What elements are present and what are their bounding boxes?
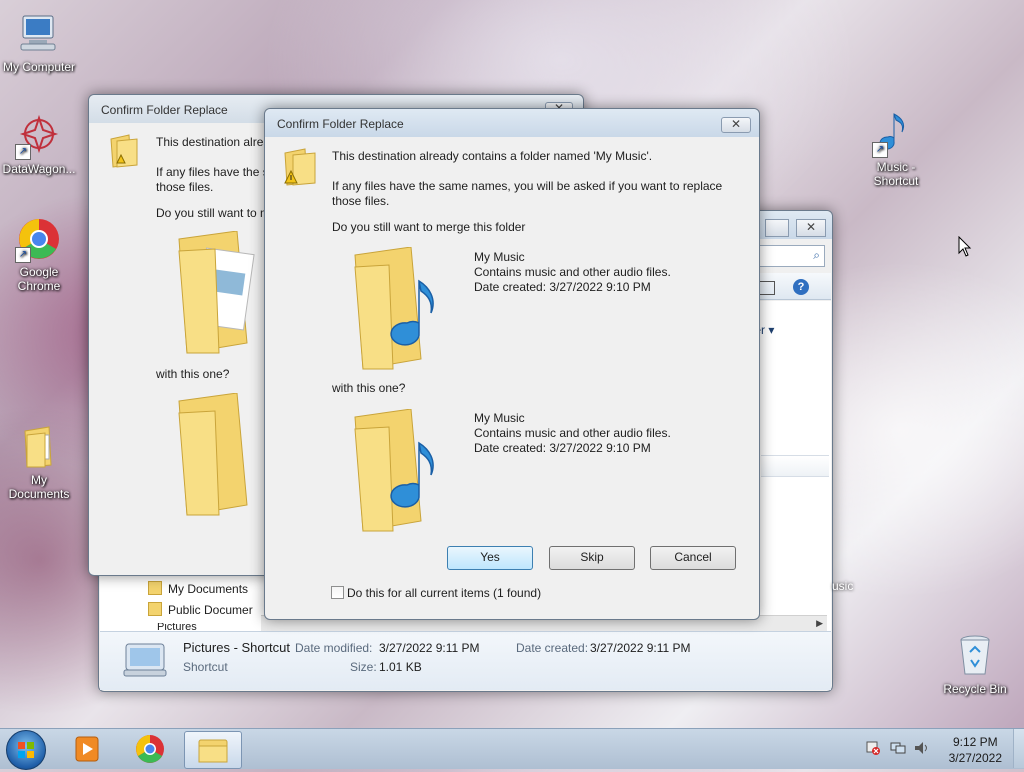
computer-icon (15, 10, 63, 58)
desktop-icon-label: Recycle Bin (943, 682, 1007, 696)
back-dialog-with-this: with this one? (156, 367, 230, 381)
navigation-pane: My Documents Public Documer Pictures (100, 573, 260, 631)
mouse-cursor-icon (958, 235, 972, 258)
skip-button[interactable]: Skip (549, 546, 635, 570)
dialog-with-this: with this one? (332, 381, 406, 395)
desktop-icon-recycle-bin[interactable]: Recycle Bin (936, 632, 1014, 696)
shortcut-arrow-icon: ↗ (872, 142, 888, 158)
tray-network-icon[interactable] (890, 741, 906, 755)
music-folder-icon (354, 246, 434, 370)
dialog-titlebar: Confirm Folder Replace (265, 109, 759, 137)
back-dialog-folder-icon (109, 133, 141, 169)
start-button[interactable] (6, 730, 46, 770)
nav-item-public-documents[interactable]: Public Documer (148, 602, 253, 617)
details-date-created-label: Date created: (516, 641, 589, 655)
media-player-icon (75, 736, 99, 762)
confirm-folder-replace-dialog: Confirm Folder Replace ✕ This destinatio… (264, 108, 760, 620)
target-folder-desc: Contains music and other audio files. (474, 426, 671, 440)
details-size-label: Size: (350, 660, 377, 674)
scroll-right-arrow-icon[interactable]: ▶ (816, 618, 823, 629)
explorer-close-button[interactable]: ✕ (796, 219, 826, 237)
desktop-icon-my-computer[interactable]: My Computer (0, 10, 78, 74)
folder-icon (148, 602, 162, 616)
desktop-icon-datawagon[interactable]: ↗ DataWagon... (0, 112, 78, 176)
shortcut-arrow-icon: ↗ (15, 144, 31, 160)
desktop-icon-my-documents[interactable]: My Documents (0, 423, 78, 501)
details-size: 1.01 KB (379, 660, 422, 674)
tray-action-center-icon[interactable] (866, 741, 880, 755)
target-folder-name: My Music (474, 411, 525, 425)
desktop-icon-label: My Documents (8, 473, 70, 501)
desktop-icon-label: Music - Shortcut (873, 160, 919, 188)
desktop-icon-label: Google Chrome (17, 265, 61, 293)
list-header (761, 455, 829, 477)
dialog-info-line1: If any files have the same names, you wi… (332, 179, 723, 193)
source-music-folder[interactable] (351, 246, 443, 373)
source-folder-date: Date created: 3/27/2022 9:10 PM (474, 280, 651, 294)
desktop-icon-music-shortcut[interactable]: ↗ Music - Shortcut (857, 110, 935, 188)
taskbar-chrome[interactable] (122, 731, 178, 767)
folder-icon (198, 739, 228, 763)
dialog-question: Do you still want to merge this folder (332, 220, 526, 234)
back-dialog-line2a: If any files have the s (156, 165, 269, 179)
taskbar-clock[interactable]: 9:12 PM 3/27/2022 (949, 734, 1002, 766)
datawagon-icon: ↗ (15, 112, 63, 160)
details-pane: Pictures - Shortcut Shortcut Date modifi… (100, 631, 831, 690)
show-desktop-button[interactable] (1013, 729, 1024, 768)
clock-time: 9:12 PM (952, 735, 998, 749)
shortcut-file-icon (122, 642, 168, 678)
taskbar-explorer[interactable] (184, 731, 242, 769)
apply-to-all-checkbox[interactable] (331, 586, 344, 599)
help-icon[interactable]: ? (793, 279, 809, 295)
tray-volume-icon[interactable] (914, 741, 930, 755)
back-dialog-folder-image-1 (175, 230, 265, 355)
taskbar: 9:12 PM 3/27/2022 (0, 728, 1024, 770)
apply-to-all-label[interactable]: Do this for all current items (1 found) (347, 586, 541, 600)
recycle-bin-icon (951, 632, 999, 680)
back-dialog-line2b: those files. (156, 180, 214, 194)
target-folder-date: Date created: 3/27/2022 9:10 PM (474, 441, 651, 455)
desktop-icon-label: My Computer (2, 60, 76, 74)
back-dialog-title: Confirm Folder Replace (101, 103, 228, 117)
clock-date: 3/27/2022 (948, 751, 1002, 765)
folder-icon (148, 581, 162, 595)
documents-folder-icon (15, 423, 63, 471)
music-note-icon: ↗ (872, 110, 920, 158)
chrome-icon (136, 735, 164, 763)
view-toggle-icon[interactable] (759, 281, 775, 295)
source-folder-name: My Music (474, 250, 525, 264)
dialog-title: Confirm Folder Replace (277, 117, 404, 131)
music-folder-icon (354, 408, 434, 532)
target-music-folder[interactable] (351, 408, 443, 535)
desktop-icon-label: DataWagon... (2, 162, 76, 176)
yes-button[interactable]: Yes (447, 546, 533, 570)
dialog-close-button[interactable]: ✕ (721, 117, 751, 133)
dialog-info-line2: those files. (332, 194, 390, 208)
dialog-header-folder-icon (283, 147, 319, 187)
back-dialog-line1: This destination alrea (156, 135, 271, 149)
back-dialog-line3: Do you still want to m (156, 206, 271, 220)
source-folder-desc: Contains music and other audio files. (474, 265, 671, 279)
chrome-icon: ↗ (15, 215, 63, 263)
desktop-icon-google-chrome[interactable]: ↗ Google Chrome (0, 215, 78, 293)
details-date-created: 3/27/2022 9:11 PM (590, 641, 691, 655)
partial-item-label: usic (832, 579, 854, 593)
search-box[interactable]: ⌕ (759, 245, 825, 267)
back-dialog-folder-image-2 (175, 392, 265, 517)
windows-logo-icon (18, 742, 34, 758)
dialog-message: This destination already contains a fold… (332, 149, 653, 163)
search-icon: ⌕ (813, 248, 820, 262)
taskbar-media-player[interactable] (60, 731, 116, 767)
details-date-modified-label: Date modified: (295, 641, 373, 655)
maximize-button[interactable] (765, 219, 789, 237)
details-name: Pictures - Shortcut (183, 640, 290, 655)
details-date-modified: 3/27/2022 9:11 PM (379, 641, 480, 655)
details-type: Shortcut (183, 660, 228, 674)
nav-item-pictures[interactable]: Pictures (157, 623, 197, 631)
nav-item-my-documents[interactable]: My Documents (148, 581, 248, 596)
shortcut-arrow-icon: ↗ (15, 247, 31, 263)
cancel-button[interactable]: Cancel (650, 546, 736, 570)
